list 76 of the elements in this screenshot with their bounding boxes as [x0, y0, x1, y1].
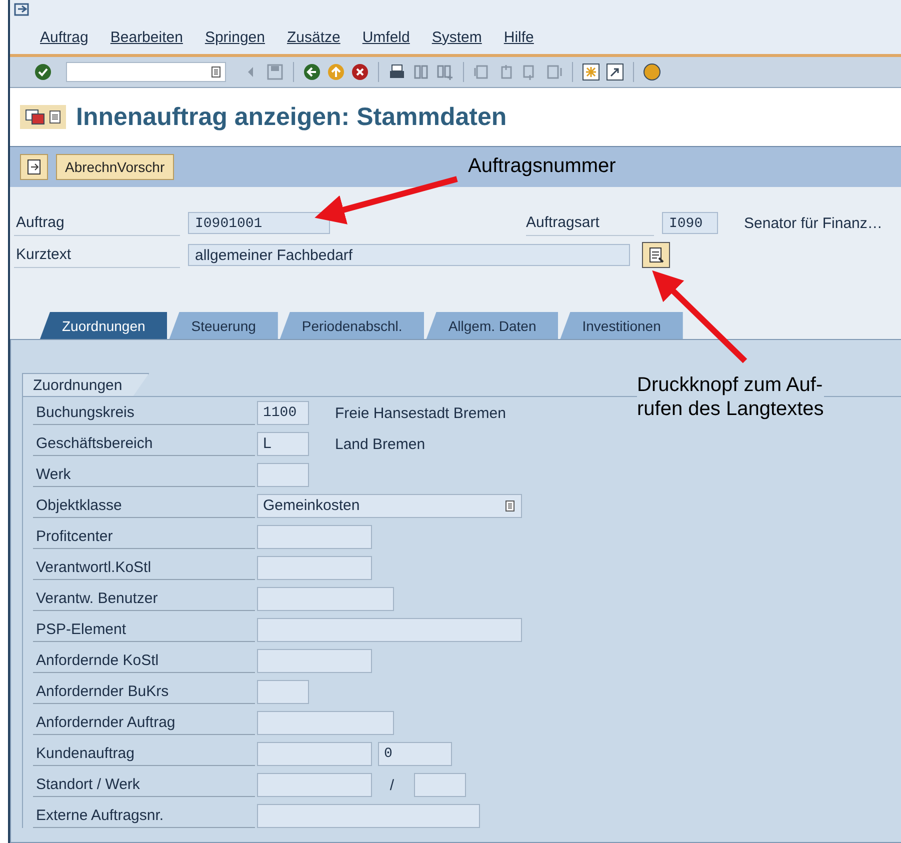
field-description: Senator für Finanz… — [744, 214, 882, 232]
long-text-button[interactable] — [642, 242, 670, 268]
input-field[interactable]: I0901001 — [188, 212, 330, 234]
input-field[interactable] — [257, 618, 522, 642]
input-field[interactable]: 0 — [378, 742, 452, 766]
screen-icon[interactable] — [25, 108, 45, 126]
screen-title: Innenauftrag anzeigen: Stammdaten — [76, 102, 507, 132]
menu-item[interactable]: Bearbeiten — [110, 28, 183, 46]
tab[interactable]: Zuordnungen — [40, 312, 168, 339]
input-field[interactable] — [257, 680, 309, 704]
input-field[interactable] — [257, 711, 394, 735]
tab[interactable]: Allgem. Daten — [426, 312, 558, 339]
field-label: Werk — [33, 463, 255, 487]
menu-icon[interactable] — [14, 3, 30, 17]
menu-item[interactable]: Umfeld — [362, 28, 410, 46]
field-label: Anfordernde KoStl — [33, 649, 255, 673]
field-label: Standort / Werk — [33, 773, 255, 797]
menu-item[interactable]: Auftrag — [40, 28, 88, 46]
field-label: Auftrag — [14, 210, 180, 236]
back-icon[interactable] — [303, 63, 321, 81]
tab[interactable]: Periodenabschl. — [280, 312, 424, 339]
settlement-preview-button[interactable]: AbrechnVorschr — [56, 154, 174, 180]
menu-item[interactable]: Zusätze — [286, 28, 340, 46]
field-label: PSP-Element — [33, 618, 255, 642]
up-icon[interactable] — [327, 63, 345, 81]
field-label: Kurztext — [14, 242, 180, 268]
last-page-icon[interactable] — [545, 63, 563, 81]
input-field[interactable] — [257, 525, 372, 549]
field-label: Kundenauftrag — [33, 742, 255, 766]
field-label: Auftragsart — [526, 210, 654, 236]
field-label: Objektklasse — [33, 494, 255, 518]
field-label: Externe Auftragsnr. — [33, 804, 255, 828]
save-icon[interactable] — [266, 63, 284, 81]
input-field[interactable] — [414, 773, 466, 797]
check-icon[interactable] — [34, 63, 52, 81]
dropdown-field[interactable]: Gemeinkosten — [257, 494, 522, 518]
input-field[interactable]: allgemeiner Fachbedarf — [188, 244, 630, 266]
field-label: Profitcenter — [33, 525, 255, 549]
group-title: Zuordnungen — [22, 373, 150, 396]
input-field[interactable] — [257, 773, 372, 797]
new-window-icon[interactable] — [582, 63, 600, 81]
input-field[interactable]: 1100 — [257, 401, 309, 425]
field-label: Anfordernder BuKrs — [33, 680, 255, 704]
field-label: Verantwortl.KoStl — [33, 556, 255, 580]
input-field[interactable] — [257, 649, 372, 673]
cancel-icon[interactable] — [351, 63, 369, 81]
input-field[interactable] — [257, 463, 309, 487]
tab[interactable]: Steuerung — [169, 312, 278, 339]
input-field[interactable]: L — [257, 432, 309, 456]
dropdown-icon[interactable] — [505, 500, 515, 512]
menu-item[interactable]: System — [432, 28, 482, 46]
field-label: Verantw. Benutzer — [33, 587, 255, 611]
list-icon[interactable] — [49, 109, 61, 125]
field-description: Freie Hansestadt Bremen — [335, 404, 506, 422]
first-page-icon[interactable] — [473, 63, 491, 81]
input-field[interactable] — [257, 742, 372, 766]
field-label: Anfordernder Auftrag — [33, 711, 255, 735]
shortcut-icon[interactable] — [606, 63, 624, 81]
input-field[interactable] — [257, 556, 372, 580]
input-field[interactable] — [257, 804, 480, 828]
document-button[interactable] — [20, 154, 48, 180]
tab[interactable]: Investitionen — [560, 312, 683, 339]
document-icon — [26, 158, 42, 176]
separator-text: / — [388, 776, 396, 794]
input-field[interactable] — [257, 587, 394, 611]
field-description: Land Bremen — [335, 436, 426, 452]
annotation-text: Auftragsnummer — [468, 154, 616, 178]
print-icon[interactable] — [388, 63, 406, 81]
menu-item[interactable]: Springen — [204, 28, 265, 46]
dropdown-icon[interactable] — [211, 66, 221, 78]
menu-item[interactable]: Hilfe — [504, 28, 534, 46]
field-label: Buchungskreis — [33, 401, 255, 425]
command-field[interactable] — [66, 62, 226, 82]
document-icon — [648, 246, 664, 264]
field-label: Geschäftsbereich — [33, 432, 255, 456]
input-field[interactable]: I090 — [662, 212, 718, 234]
